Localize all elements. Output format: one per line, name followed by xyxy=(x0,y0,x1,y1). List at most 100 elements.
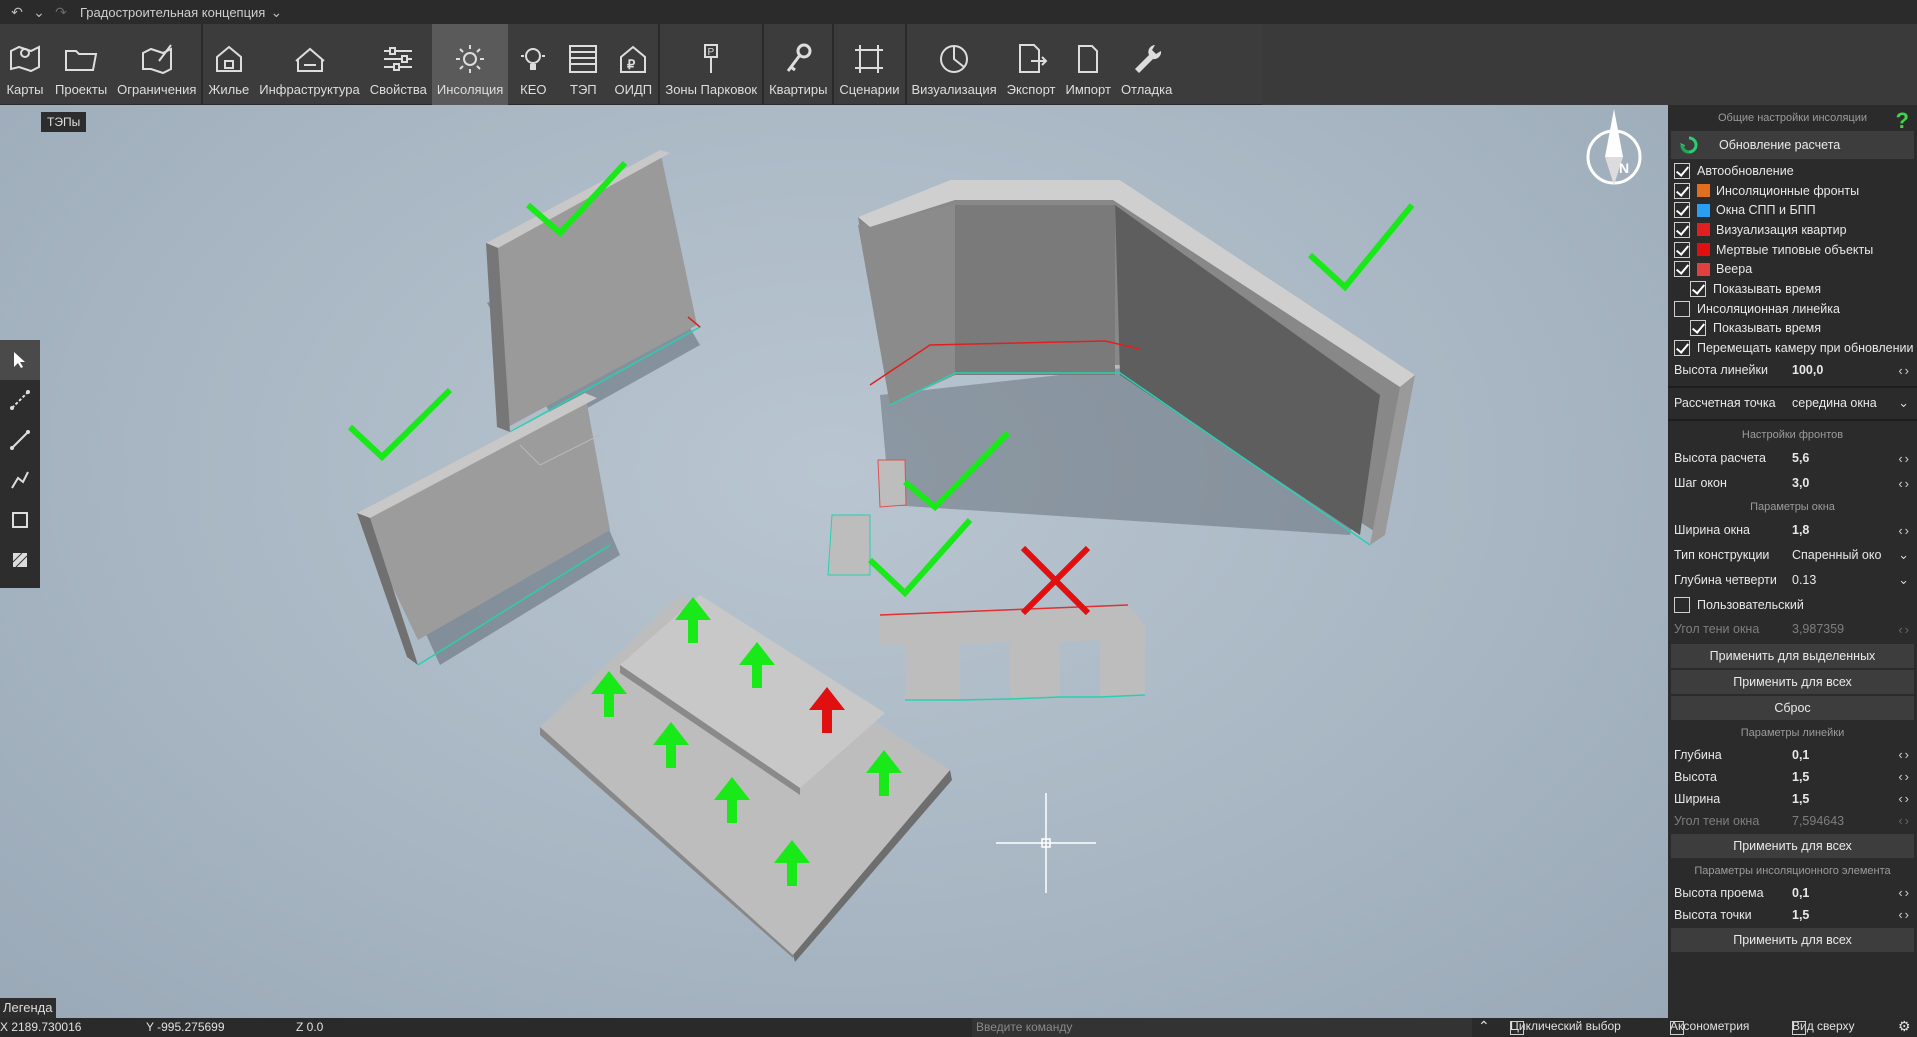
toolbar-button-3[interactable]: Жилье xyxy=(203,24,254,105)
scene-canvas[interactable]: N xyxy=(0,105,1668,1018)
toolbar-button-10[interactable]: P Зоны Парковок xyxy=(660,24,762,105)
option-row[interactable]: Визуализация квартир xyxy=(1668,220,1917,240)
stepper-arrows-icon[interactable]: ‹› xyxy=(1898,523,1911,538)
line-tool-icon[interactable] xyxy=(0,420,40,460)
fill-area-tool-icon[interactable] xyxy=(0,540,40,580)
ruler-height-value[interactable]: 100,0 xyxy=(1792,363,1882,377)
undo-icon[interactable]: ↶ xyxy=(6,2,28,22)
toolbar-button-7[interactable]: КЕО xyxy=(508,24,558,105)
tep-tag[interactable]: ТЭПы xyxy=(41,112,87,132)
stepper-arrows-icon[interactable]: ‹› xyxy=(1898,907,1911,922)
building-podium[interactable] xyxy=(540,595,952,962)
toolbar-button-14[interactable]: Экспорт xyxy=(1002,24,1061,105)
compass-icon[interactable]: N xyxy=(1586,109,1642,185)
reset-button[interactable]: Сброс xyxy=(1671,695,1914,720)
toolbar-button-13[interactable]: Визуализация xyxy=(907,24,1002,105)
chevron-up-icon[interactable]: ⌃ xyxy=(1478,1018,1490,1035)
stepper-arrows-icon[interactable]: ‹› xyxy=(1898,451,1911,466)
option-checkbox[interactable] xyxy=(1690,280,1706,297)
stepper-arrows-icon[interactable]: ‹› xyxy=(1898,747,1911,762)
stepper-arrows-icon[interactable]: ‹› xyxy=(1898,363,1911,378)
ruler-h-value[interactable]: 1,5 xyxy=(1792,770,1882,784)
toolbar-button-12[interactable]: Сценарии xyxy=(834,24,904,105)
ruler-depth-field[interactable]: Глубина 0,1 ‹› xyxy=(1668,744,1917,766)
small-block-1[interactable] xyxy=(877,459,907,508)
redo-icon[interactable]: ↷ xyxy=(50,2,72,22)
chevron-down-icon[interactable]: ⌄ xyxy=(1898,547,1911,563)
gear-icon[interactable]: ⚙ xyxy=(1898,1018,1911,1035)
option-row[interactable]: Инсоляционная линейка xyxy=(1668,299,1917,319)
option-checkbox[interactable] xyxy=(1674,300,1690,317)
option-checkbox[interactable] xyxy=(1674,182,1690,199)
opening-height-field[interactable]: Высота проема 0,1 ‹› xyxy=(1668,882,1917,904)
quarter-depth-select[interactable]: Глубина четверти 0.13 ⌄ xyxy=(1668,568,1917,593)
rectangle-tool-icon[interactable] xyxy=(0,500,40,540)
ruler-height2-field[interactable]: Высота 1,5 ‹› xyxy=(1668,766,1917,788)
toolbar-button-9[interactable]: ₽ ОИДП xyxy=(608,24,658,105)
option-checkbox[interactable] xyxy=(1674,221,1690,238)
toolbar-button-4[interactable]: Инфраструктура xyxy=(254,24,364,105)
option-row[interactable]: Мертвые типовые объекты xyxy=(1668,240,1917,260)
toolbar-button-5[interactable]: Свойства xyxy=(365,24,432,105)
calc-height-value[interactable]: 5,6 xyxy=(1792,451,1882,465)
ruler-depth-value[interactable]: 0,1 xyxy=(1792,748,1882,762)
ruler-width-value[interactable]: 1,5 xyxy=(1792,792,1882,806)
3d-viewport[interactable]: N ТЭПы Легенда xyxy=(0,105,1668,1018)
toolbar-button-16[interactable]: Отладка xyxy=(1116,24,1177,105)
building-c[interactable] xyxy=(858,180,1415,546)
dashed-line-tool-icon[interactable] xyxy=(0,380,40,420)
window-step-field[interactable]: Шаг окон 3,0 ‹› xyxy=(1668,471,1917,496)
option-checkbox[interactable] xyxy=(1690,320,1706,337)
building-b[interactable] xyxy=(357,393,620,666)
apply-selected-button[interactable]: Применить для выделенных xyxy=(1671,643,1914,668)
custom-checkbox-row[interactable]: Пользовательский xyxy=(1668,593,1917,617)
option-checkbox[interactable] xyxy=(1674,162,1690,179)
option-checkbox[interactable] xyxy=(1674,261,1690,278)
custom-checkbox[interactable] xyxy=(1674,596,1690,613)
stepper-arrows-icon[interactable]: ‹› xyxy=(1898,885,1911,900)
axonometry-option[interactable]: Аксонометрия xyxy=(1670,1019,1749,1035)
top-view-checkbox[interactable] xyxy=(1792,1021,1806,1035)
point-height-field[interactable]: Высота точки 1,5 ‹› xyxy=(1668,904,1917,926)
select-tool-icon[interactable] xyxy=(0,340,40,380)
legend-tab[interactable]: Легенда xyxy=(0,998,56,1018)
option-row[interactable]: Автообновление xyxy=(1668,161,1917,181)
option-checkbox[interactable] xyxy=(1674,340,1690,357)
toolbar-button-1[interactable]: Проекты xyxy=(50,24,112,105)
apply-all-element-button[interactable]: Применить для всех xyxy=(1671,927,1914,952)
calc-point-select[interactable]: Рассчетная точка середина окна ⌄ xyxy=(1668,391,1917,416)
construction-type-select[interactable]: Тип конструкции Спаренный окон ⌄ xyxy=(1668,543,1917,568)
option-checkbox[interactable] xyxy=(1674,241,1690,258)
option-row[interactable]: Показывать время xyxy=(1668,319,1917,339)
calc-point-value[interactable]: середина окна xyxy=(1792,396,1882,410)
chevron-down-icon[interactable]: ⌄ xyxy=(1898,572,1911,588)
apply-all-ruler-button[interactable]: Применить для всех xyxy=(1671,833,1914,858)
building-comb[interactable] xyxy=(879,604,1146,701)
help-icon[interactable]: ? xyxy=(1896,108,1909,134)
calc-height-field[interactable]: Высота расчета 5,6 ‹› xyxy=(1668,446,1917,471)
undo-dropdown-icon[interactable]: ⌄ xyxy=(28,2,50,22)
axonometry-checkbox[interactable] xyxy=(1670,1021,1684,1035)
ruler-width-field[interactable]: Ширина 1,5 ‹› xyxy=(1668,788,1917,810)
ruler-height-field[interactable]: Высота линейки 100,0 ‹› xyxy=(1668,358,1917,383)
building-a[interactable] xyxy=(486,150,702,433)
option-row[interactable]: Показывать время xyxy=(1668,279,1917,299)
title-dropdown-icon[interactable]: ⌄ xyxy=(265,2,287,22)
opening-height-value[interactable]: 0,1 xyxy=(1792,886,1882,900)
option-row[interactable]: Перемещать камеру при обновлении xyxy=(1668,338,1917,358)
option-row[interactable]: Инсоляционные фронты xyxy=(1668,181,1917,201)
toolbar-button-6[interactable]: Инсоляция xyxy=(431,24,509,105)
chevron-down-icon[interactable]: ⌄ xyxy=(1898,395,1911,411)
toolbar-button-8[interactable]: ТЭП xyxy=(558,24,608,105)
toolbar-button-15[interactable]: Импорт xyxy=(1060,24,1115,105)
option-checkbox[interactable] xyxy=(1674,202,1690,219)
apply-all-button[interactable]: Применить для всех xyxy=(1671,669,1914,694)
cyclic-select-option[interactable]: Циклический выбор xyxy=(1510,1019,1621,1035)
command-input[interactable]: Введите команду xyxy=(972,1018,1472,1037)
window-width-field[interactable]: Ширина окна 1,8 ‹› xyxy=(1668,518,1917,543)
stepper-arrows-icon[interactable]: ‹› xyxy=(1898,476,1911,491)
top-view-option[interactable]: Вид сверху xyxy=(1792,1019,1855,1035)
update-calculation-button[interactable]: Обновление расчета xyxy=(1671,131,1914,159)
stepper-arrows-icon[interactable]: ‹› xyxy=(1898,769,1911,784)
stepper-arrows-icon[interactable]: ‹› xyxy=(1898,791,1911,806)
